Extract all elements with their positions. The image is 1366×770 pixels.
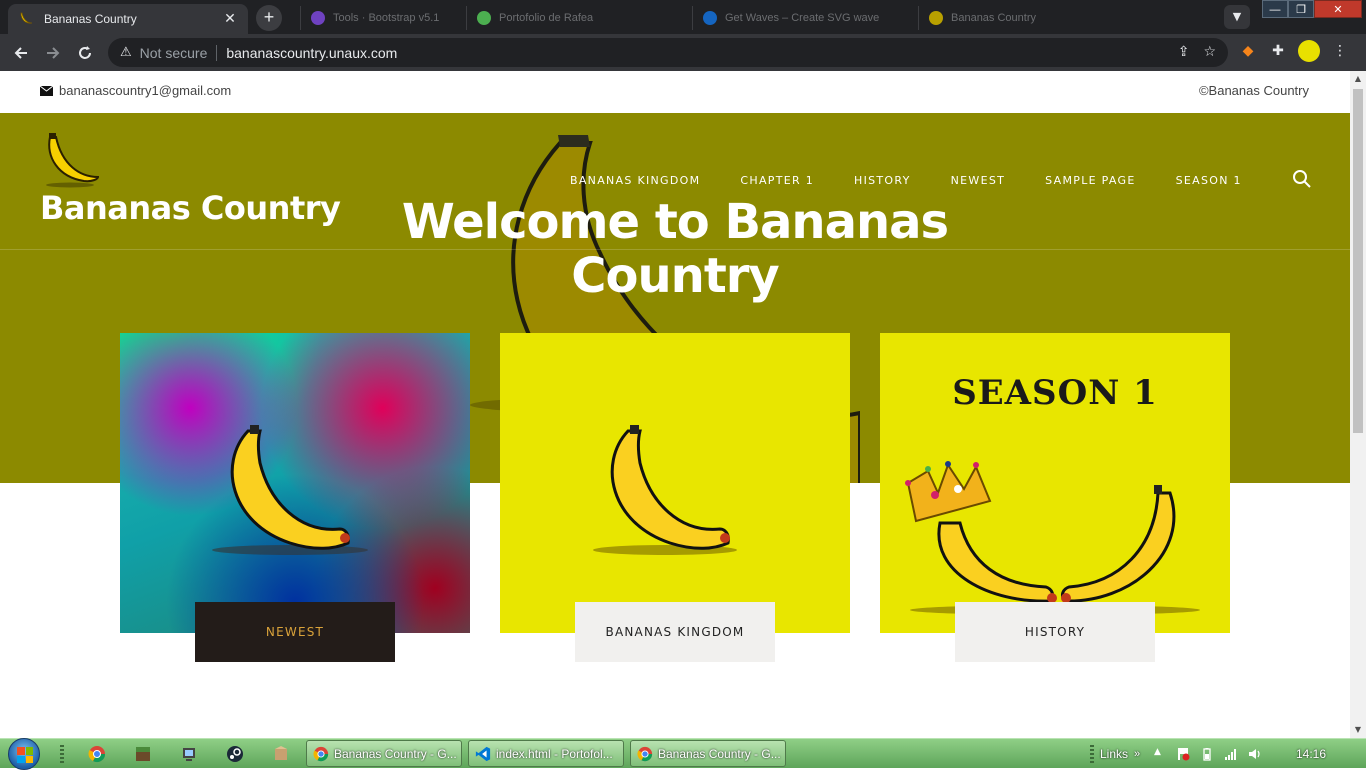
task-label: Bananas Country - G... <box>334 746 457 761</box>
system-clock[interactable]: 14:16 <box>1296 747 1326 761</box>
nav-item-chapter-1[interactable]: CHAPTER 1 <box>740 174 814 187</box>
reload-button[interactable] <box>74 42 96 64</box>
banana-favicon-icon <box>20 12 33 24</box>
banana-illustration <box>593 425 737 555</box>
two-bananas-crown-illustration <box>905 461 1200 615</box>
nav-item-sample-page[interactable]: SAMPLE PAGE <box>1045 174 1135 187</box>
links-toolbar[interactable]: Links » <box>1098 739 1140 769</box>
arrow-left-icon <box>14 46 27 59</box>
site-logo-banana-icon[interactable] <box>40 131 102 189</box>
window-maximize-button[interactable]: ❐ <box>1288 0 1314 18</box>
chevron-right-icon[interactable]: » <box>1134 748 1140 760</box>
tab-active[interactable]: Bananas Country ✕ <box>8 4 248 34</box>
links-label: Links <box>1100 747 1129 761</box>
tab-close-icon[interactable]: ✕ <box>222 11 238 27</box>
tab-background-title: Portofolio de Rafea <box>499 12 594 24</box>
nav-item-bananas-kingdom[interactable]: BANANAS KINGDOM <box>570 174 700 187</box>
tab-background[interactable]: Get Waves – Create SVG wave <box>692 6 912 30</box>
window-close-button[interactable]: ✕ <box>1314 0 1362 18</box>
battery-icon[interactable] <box>1200 747 1214 761</box>
task-label: Bananas Country - G... <box>658 746 781 761</box>
banana-favicon-icon <box>929 11 943 25</box>
main-nav: BANANAS KINGDOM CHAPTER 1 HISTORY NEWEST… <box>570 174 1242 187</box>
signal-bars-icon[interactable] <box>1224 747 1238 761</box>
taskbar-task-chrome-1[interactable]: Bananas Country - G... <box>306 740 462 767</box>
search-icon[interactable] <box>1292 169 1312 189</box>
toolbar-grip[interactable] <box>1090 745 1094 763</box>
chrome-icon <box>637 746 653 761</box>
bootstrap-favicon-icon <box>311 11 325 25</box>
card-label-history[interactable]: HISTORY <box>955 602 1155 662</box>
scroll-down-icon[interactable]: ▼ <box>1350 722 1366 738</box>
welcome-heading: Welcome to Bananas Country <box>401 194 949 304</box>
web-page: bananascountry1@gmail.com ©Bananas Count… <box>0 71 1350 738</box>
package-icon[interactable] <box>272 745 290 763</box>
top-info-bar: bananascountry1@gmail.com ©Bananas Count… <box>0 71 1350 113</box>
windows-logo-icon <box>17 747 33 763</box>
new-tab-button[interactable]: + <box>256 5 282 31</box>
card-label-newest[interactable]: NEWEST <box>195 602 395 662</box>
taskbar-task-chrome-2[interactable]: Bananas Country - G... <box>630 740 786 767</box>
copyright-text: ©Bananas Country <box>1198 83 1309 98</box>
minecraft-block-icon[interactable] <box>134 745 152 763</box>
forward-button[interactable] <box>42 42 64 64</box>
warning-triangle-icon[interactable]: ⚠ <box>120 45 132 60</box>
nav-item-newest[interactable]: NEWEST <box>951 174 1006 187</box>
tab-background[interactable]: Tools · Bootstrap v5.1 <box>300 6 460 30</box>
card-bananas-kingdom-image[interactable] <box>500 333 850 633</box>
tab-background[interactable]: Portofolio de Rafea <box>466 6 686 30</box>
waves-favicon-icon <box>703 11 717 25</box>
security-label[interactable]: Not secure <box>140 45 208 61</box>
nav-item-history[interactable]: HISTORY <box>854 174 911 187</box>
chrome-icon <box>313 746 329 761</box>
bookmark-star-icon[interactable]: ☆ <box>1203 44 1216 60</box>
tray-expand-icon[interactable]: ▲ <box>1154 747 1168 761</box>
card-newest-image[interactable] <box>120 333 470 633</box>
browser-toolbar: ⚠ Not secure bananascountry.unaux.com ⇪ … <box>0 34 1366 71</box>
extensions-puzzle-icon[interactable]: ✚ <box>1268 41 1288 61</box>
menu-dots-icon[interactable]: ⋮ <box>1330 41 1350 61</box>
chrome-icon[interactable] <box>88 745 106 763</box>
card-history-image[interactable]: SEASON 1 <box>880 333 1230 633</box>
network-icon[interactable] <box>180 745 198 763</box>
address-separator <box>216 44 218 61</box>
back-button[interactable] <box>10 42 32 64</box>
scrollbar-thumb[interactable] <box>1353 89 1363 433</box>
envelope-icon <box>40 85 53 96</box>
tab-strip: Bananas Country ✕ + Tools · Bootstrap v5… <box>0 0 1366 34</box>
tab-search-chevron-icon[interactable]: ▼ <box>1224 5 1250 29</box>
tab-background[interactable]: Bananas Country <box>918 6 1138 30</box>
tab-background-title: Tools · Bootstrap v5.1 <box>333 12 440 24</box>
url-text[interactable]: bananascountry.unaux.com <box>226 45 397 61</box>
steam-icon[interactable] <box>226 745 244 763</box>
metamask-fox-icon[interactable]: ◆ <box>1238 41 1258 61</box>
flag-error-icon[interactable] <box>1176 747 1190 761</box>
address-bar[interactable]: ⚠ Not secure bananascountry.unaux.com ⇪ … <box>108 38 1228 67</box>
tab-title: Bananas Country <box>44 12 137 26</box>
volume-speaker-icon[interactable] <box>1248 747 1262 761</box>
scroll-up-icon[interactable]: ▲ <box>1350 71 1366 87</box>
windows-taskbar: Bananas Country - G... index.html - Port… <box>0 738 1366 770</box>
start-button[interactable] <box>8 738 40 770</box>
share-icon[interactable]: ⇪ <box>1178 44 1190 60</box>
vscode-icon <box>475 746 491 761</box>
window-minimize-button[interactable]: — <box>1262 0 1288 18</box>
arrow-right-icon <box>47 46 60 59</box>
reload-icon <box>79 45 91 59</box>
tab-background-title: Bananas Country <box>951 12 1036 24</box>
portfolio-favicon-icon <box>477 11 491 25</box>
site-title[interactable]: Bananas Country <box>40 189 341 227</box>
email-link[interactable]: bananascountry1@gmail.com <box>40 83 231 98</box>
email-text: bananascountry1@gmail.com <box>59 83 232 98</box>
profile-avatar[interactable] <box>1298 40 1320 62</box>
card-label-bananas-kingdom[interactable]: BANANAS KINGDOM <box>575 602 775 662</box>
tab-background-title: Get Waves – Create SVG wave <box>725 12 880 24</box>
page-scrollbar[interactable]: ▲ ▼ <box>1350 71 1366 738</box>
toolbar-grip[interactable] <box>60 745 64 763</box>
nav-item-season-1[interactable]: SEASON 1 <box>1176 174 1242 187</box>
task-label: index.html - Portofol... <box>496 746 613 761</box>
banana-illustration <box>212 425 368 555</box>
taskbar-task-vscode[interactable]: index.html - Portofol... <box>468 740 624 767</box>
